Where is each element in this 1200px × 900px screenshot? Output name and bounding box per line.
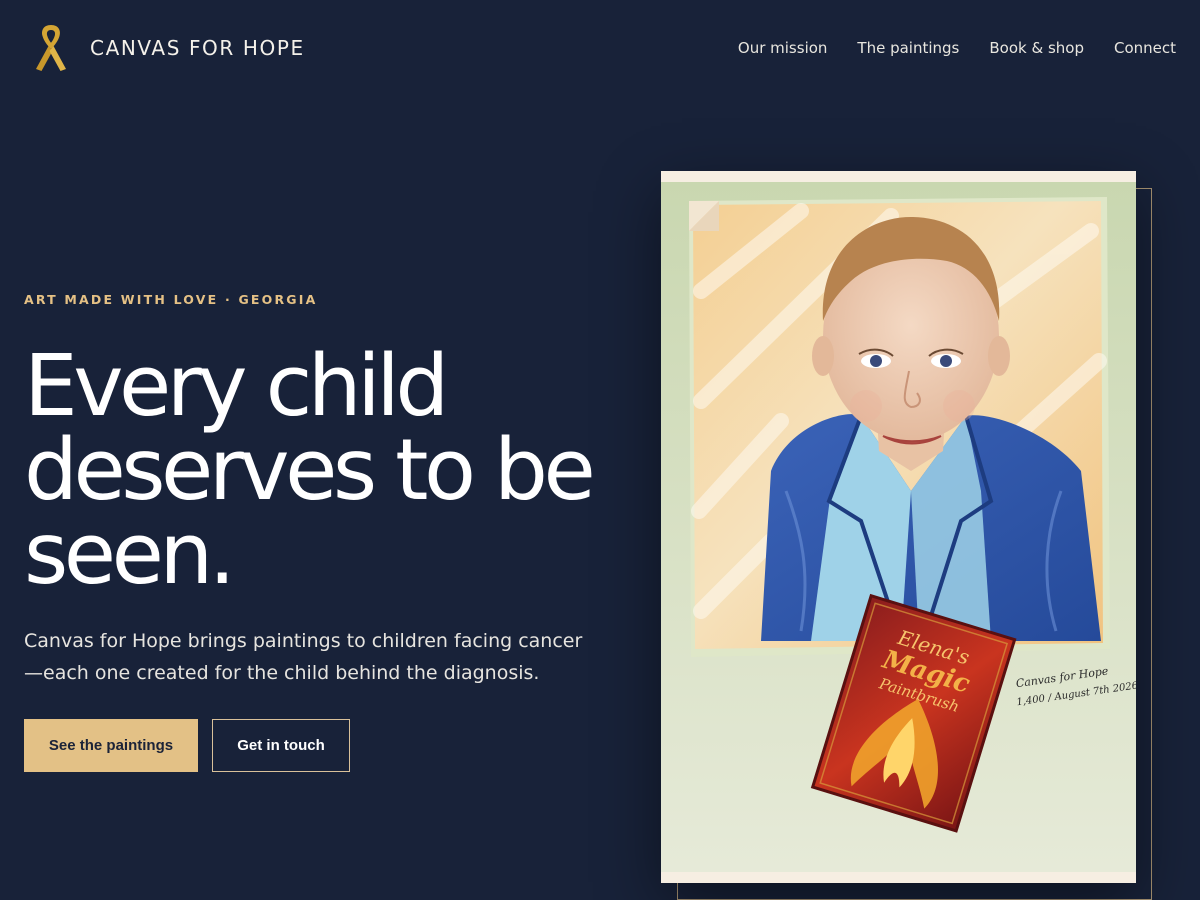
get-in-touch-button[interactable]: Get in touch xyxy=(212,719,350,772)
headline-line: seen. xyxy=(24,505,236,604)
page: CANVAS FOR HOPE Our mission The painting… xyxy=(0,0,1200,900)
nav-link-connect[interactable]: Connect xyxy=(1114,39,1176,57)
cta-row: See the paintings Get in touch xyxy=(24,719,604,772)
headline-line: Every child xyxy=(24,337,449,436)
hero-painting: Elena's Magic Paintbrush Canvas for Hope… xyxy=(661,171,1136,883)
awareness-ribbon-icon xyxy=(36,25,66,71)
painting-illustration: Elena's Magic Paintbrush Canvas for Hope… xyxy=(661,171,1136,883)
hero-eyebrow: ART MADE WITH LOVE · GEORGIA xyxy=(24,292,318,307)
brand[interactable]: CANVAS FOR HOPE xyxy=(30,21,305,75)
main-nav: Our mission The paintings Book & shop Co… xyxy=(738,39,1176,57)
nav-link-our-mission[interactable]: Our mission xyxy=(738,39,828,57)
hero-copy: ART MADE WITH LOVE · GEORGIA Every child… xyxy=(24,292,604,772)
hero-lede: Canvas for Hope brings paintings to chil… xyxy=(24,630,583,684)
hero-headline: Every child deserves to be seen. xyxy=(24,337,604,604)
site-header: CANVAS FOR HOPE Our mission The painting… xyxy=(0,0,1200,96)
headline-line: deserves to be xyxy=(24,421,596,520)
nav-link-book-shop[interactable]: Book & shop xyxy=(989,39,1084,57)
see-paintings-button[interactable]: See the paintings xyxy=(24,719,198,772)
nav-link-the-paintings[interactable]: The paintings xyxy=(857,39,959,57)
brand-name: CANVAS FOR HOPE xyxy=(90,36,305,60)
